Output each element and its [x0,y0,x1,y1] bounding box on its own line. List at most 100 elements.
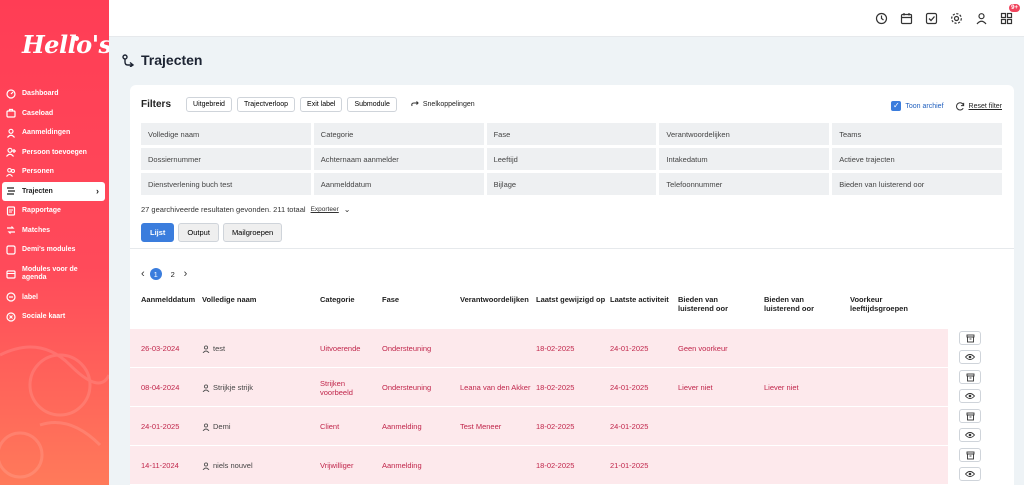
history-button[interactable] [873,10,889,26]
sidebar-item-label-page[interactable]: label [0,288,109,308]
col-verantwoordelijken[interactable]: Verantwoordelijken [460,295,529,304]
topbar-actions: 9+ [873,4,1020,26]
col-laatst-gewijzigd[interactable]: Laatst gewijzigd op [536,295,605,304]
settings-button[interactable] [948,10,964,26]
cell-category: Uitvoerende [320,344,361,353]
view-button[interactable] [959,350,981,364]
filter-achternaam-aanmelder[interactable]: Achternaam aanmelder [313,148,484,170]
col-categorie[interactable]: Categorie [320,295,355,304]
cell-name[interactable]: Strijkje strijk [202,368,253,407]
results-count: 27 gearchiveerde resultaten gevonden. 21… [141,205,306,214]
filter-verantwoordelijken[interactable]: Verantwoordelijken [659,123,830,145]
reset-filter-button[interactable]: Reset filter [955,101,1002,111]
filter-volledige-naam[interactable]: Volledige naam [141,123,311,145]
page-1[interactable]: 1 [149,268,162,280]
col-volledige-naam[interactable]: Volledige naam [202,295,256,304]
eye-icon [965,354,975,360]
col-luisterend-oor-1[interactable]: Bieden van luisterend oor [678,295,748,313]
col-laatste-activiteit[interactable]: Laatste activiteit [610,295,669,304]
archive-button[interactable] [959,409,981,423]
sidebar-item-dashboard[interactable]: Dashboard [0,84,109,104]
toon-archief-checkbox[interactable]: ✓ Toon archief [891,101,944,111]
filter-categorie[interactable]: Categorie [313,123,484,145]
filter-fase[interactable]: Fase [486,123,657,145]
cell-category: Vrijwilliger [320,461,354,470]
archive-button[interactable] [959,448,981,462]
filter-dienstverlening[interactable]: Dienstverlening buch test [141,173,311,195]
cell-listen-1: Geen voorkeur [678,344,728,353]
tab-lijst[interactable]: Lijst [141,223,175,242]
prev-page-icon[interactable]: ‹ [141,268,145,280]
filter-dossiernummer[interactable]: Dossiernummer [141,148,311,170]
sidebar-item-aanmeldingen[interactable]: Aanmeldingen [0,123,109,143]
page-title: Trajecten [122,52,202,68]
sidebar-item-persoon-toevoegen[interactable]: Persoon toevoegen [0,143,109,163]
archive-button[interactable] [959,331,981,345]
tab-output[interactable]: Output [178,223,219,242]
filter-intakedatum[interactable]: Intakedatum [659,148,830,170]
sidebar-item-personen[interactable]: Personen [0,162,109,182]
cell-activity: 24-01-2025 [610,422,649,431]
filter-telefoonnummer[interactable]: Telefoonnummer [659,173,830,195]
col-luisterend-oor-2[interactable]: Bieden van luisterend oor [764,295,834,313]
filter-aanmelddatum[interactable]: Aanmelddatum [313,173,484,195]
table-row[interactable]: 24-01-2025 Demi Client Aanmelding Test M… [130,406,1014,445]
archive-icon [966,451,974,459]
tab-mailgroepen[interactable]: Mailgroepen [222,223,283,242]
cell-name[interactable]: Demi [202,407,231,446]
uitgebreid-button[interactable]: Uitgebreid [186,97,232,112]
cell-name[interactable]: test [202,329,225,368]
table-row[interactable]: 08-04-2024 Strijkje strijk Strijken voor… [130,367,1014,406]
row-actions [948,329,1014,367]
cell-owner: Test Meneer [460,422,502,431]
cell-name[interactable]: niels nouvel [202,446,253,485]
cell-date: 24-01-2025 [141,422,180,431]
filter-luisterend-oor[interactable]: Bieden van luisterend oor [832,173,1002,195]
cell-date: 08-04-2024 [141,383,180,392]
page-2[interactable]: 2 [167,268,179,280]
submodule-button[interactable]: Submodule [347,97,397,112]
view-button[interactable] [959,389,981,403]
calendar-button[interactable] [898,10,914,26]
user-icon [976,12,986,24]
reset-filter-label: Reset filter [968,102,1002,110]
sidebar-item-trajecten[interactable]: Trajecten › [2,181,105,201]
filter-teams[interactable]: Teams [832,123,1002,145]
eye-icon [965,393,975,399]
filter-leeftijd[interactable]: Leeftijd [486,148,657,170]
snelkoppelingen-button[interactable]: Snelkoppelingen [410,100,475,110]
apps-button[interactable]: 9+ [998,4,1020,26]
toon-archief-label: Toon archief [905,102,944,110]
table-row[interactable]: 14-11-2024 niels nouvel Vrijwilliger Aan… [130,445,1014,484]
cell-date: 14-11-2024 [141,461,179,470]
trajectverloop-button[interactable]: Trajectverloop [236,97,296,112]
sidebar-item-demis-modules[interactable]: Demi's modules [0,240,109,260]
sidebar-item-modules-agenda[interactable]: Modules voor de agenda [0,260,109,288]
sidebar-item-caseload[interactable]: Caseload [0,104,109,124]
table-row[interactable]: 26-03-2024 test Uitvoerende Ondersteunin… [130,328,1014,367]
filter-fields: Volledige naam Categorie Fase Verantwoor… [141,123,1002,195]
view-button[interactable] [959,428,981,442]
tasks-button[interactable] [923,10,939,26]
results-summary: 27 gearchiveerde resultaten gevonden. 21… [141,205,350,214]
sidebar-item-rapportage[interactable]: Rapportage [0,201,109,221]
profile-button[interactable] [973,10,989,26]
view-button[interactable] [959,467,981,481]
filter-bijlage[interactable]: Bijlage [486,173,657,195]
cell-phase: Aanmelding [382,461,422,470]
col-fase[interactable]: Fase [382,295,399,304]
col-aanmelddatum[interactable]: Aanmelddatum [141,295,195,304]
export-button[interactable]: Exporteer [311,206,339,213]
users-icon [6,167,16,177]
sidebar-item-label: Modules voor de agenda [22,265,78,281]
exit-label-button[interactable]: Exit label [300,97,343,112]
col-voorkeur-leeftijd[interactable]: Voorkeur leeftijdsgroepen [850,295,920,313]
sidebar-item-matches[interactable]: Matches [0,221,109,241]
archive-button[interactable] [959,370,981,384]
next-page-icon[interactable]: › [184,268,188,280]
user-icon [7,128,15,138]
chevron-down-icon[interactable]: ⌄ [344,205,351,214]
filter-actieve-trajecten[interactable]: Actieve trajecten [832,148,1002,170]
briefcase-icon [6,109,16,118]
sidebar-item-label: Matches [22,226,51,234]
